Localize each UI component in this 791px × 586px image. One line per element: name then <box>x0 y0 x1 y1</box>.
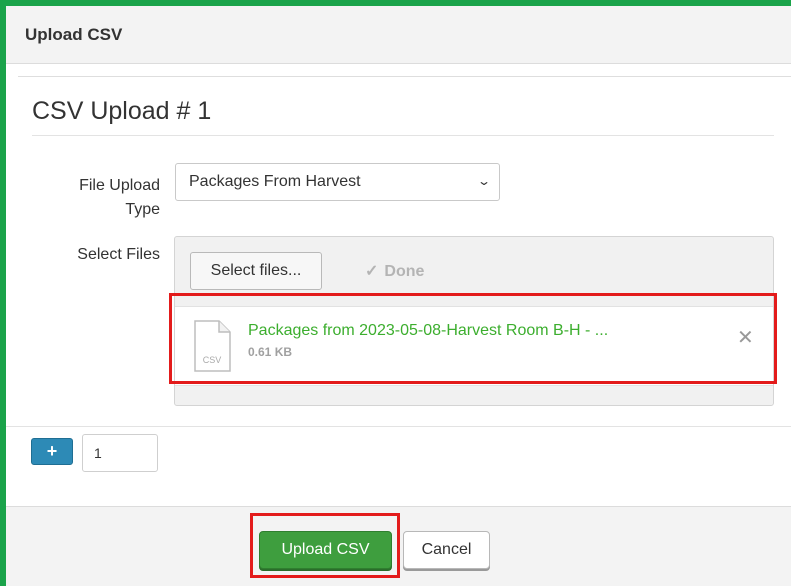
cancel-button[interactable]: Cancel <box>403 531 490 569</box>
heading-divider <box>32 135 774 136</box>
select-files-label: Select Files <box>77 246 160 263</box>
remove-file-icon[interactable]: ✕ <box>737 325 754 350</box>
chevron-down-icon: ⌄ <box>476 174 492 188</box>
upload-csv-button[interactable]: Upload CSV <box>259 531 392 569</box>
file-upload-type-select[interactable]: Packages From Harvest ⌄ <box>175 163 500 201</box>
modal-title: Upload CSV <box>25 25 123 44</box>
uploaded-file-name: Packages from 2023-05-08-Harvest Room B-… <box>248 322 609 339</box>
done-button[interactable]: ✓ Done <box>365 261 424 281</box>
uploaded-file-size: 0.61 KB <box>248 345 293 359</box>
uploaded-file-row: CSV Packages from 2023-05-08-Harvest Roo… <box>175 306 773 386</box>
done-label: Done <box>384 263 425 280</box>
checkmark-icon: ✓ <box>365 263 379 280</box>
file-upload-type-value: Packages From Harvest <box>189 173 361 190</box>
upload-count-input[interactable] <box>82 434 158 472</box>
csv-upload-panel: CSV Upload # 1 File Upload Type Packages… <box>18 76 791 480</box>
add-upload-button[interactable]: + <box>31 438 73 465</box>
modal-footer <box>6 506 791 586</box>
section-divider <box>6 426 791 427</box>
upload-heading: CSV Upload # 1 <box>32 97 212 125</box>
file-upload-zone[interactable]: Select files... ✓ Done CSV Packages from … <box>174 236 774 406</box>
select-files-button[interactable]: Select files... <box>190 252 322 290</box>
modal-header: Upload CSV <box>6 6 791 64</box>
csv-file-icon-label: CSV <box>203 355 222 365</box>
csv-file-icon: CSV <box>194 320 231 372</box>
file-upload-type-label: File Upload Type <box>79 177 160 218</box>
